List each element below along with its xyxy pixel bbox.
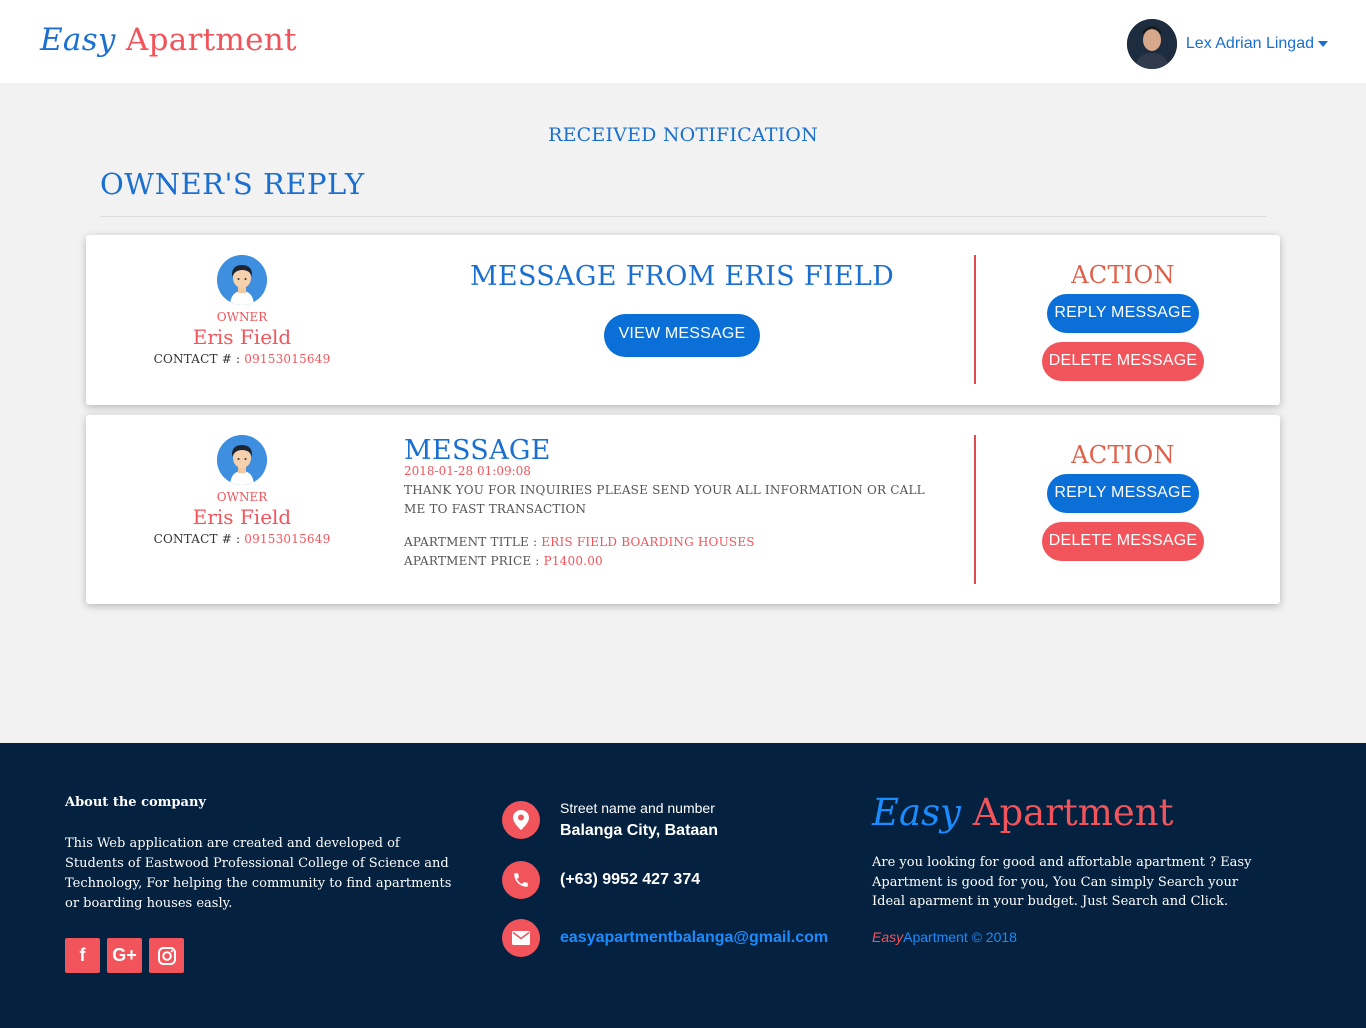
- footer-brand-easy: Easy: [872, 791, 961, 834]
- action-title: ACTION: [1071, 261, 1175, 289]
- user-avatar: [1126, 19, 1177, 69]
- contact-number: 09153015649: [244, 532, 331, 546]
- address-street: Street name and number: [560, 800, 715, 816]
- phone-icon: [502, 861, 540, 899]
- about-heading: About the company: [65, 795, 206, 810]
- apartment-details: APARTMENT TITLE : ERIS FIELD BOARDING HO…: [404, 533, 949, 571]
- message-summary: MESSAGE FROM ERIS FIELD VIEW MESSAGE: [404, 261, 960, 357]
- user-name: Lex Adrian Lingad: [1185, 35, 1314, 52]
- owner-role: OWNER: [216, 490, 268, 504]
- action-panel: ACTION REPLY MESSAGE DELETE MESSAGE: [1011, 441, 1235, 561]
- top-navbar: Easy Apartment Lex Adrian Lingad: [0, 0, 1366, 83]
- footer-brand-logo: Easy Apartment: [872, 791, 1173, 834]
- owner-name: Eris Field: [192, 325, 292, 349]
- copyright-easy: Easy: [872, 929, 904, 945]
- social-links: f G+: [65, 938, 191, 973]
- google-plus-icon[interactable]: G+: [107, 938, 142, 973]
- user-menu[interactable]: Lex Adrian Lingad: [1126, 19, 1328, 69]
- apartment-title: ERIS FIELD BOARDING HOUSES: [541, 535, 755, 549]
- action-title: ACTION: [1071, 441, 1175, 469]
- apartment-title-row: APARTMENT TITLE : ERIS FIELD BOARDING HO…: [404, 533, 949, 552]
- footer: About the company This Web application a…: [0, 743, 1366, 1028]
- owner-contact: CONTACT # : 09153015649: [86, 532, 398, 546]
- user-photo-icon: [1126, 19, 1177, 69]
- contact-number: 09153015649: [244, 352, 331, 366]
- apartment-price-row: APARTMENT PRICE : P1400.00: [404, 552, 949, 571]
- page-title: OWNER'S REPLY: [100, 167, 365, 201]
- owner-avatar-icon: [217, 255, 267, 305]
- email-link[interactable]: easyapartmentbalanga@gmail.com: [560, 929, 828, 947]
- message-from-title: MESSAGE FROM ERIS FIELD: [469, 261, 895, 292]
- brand-easy: Easy: [40, 22, 116, 58]
- view-message-button[interactable]: VIEW MESSAGE: [603, 314, 761, 357]
- vertical-divider: [974, 255, 976, 384]
- message-date: 2018-01-28 01:09:08: [404, 464, 531, 478]
- about-text: This Web application are created and dev…: [65, 836, 452, 911]
- contact-label: CONTACT # :: [153, 352, 245, 366]
- instagram-icon[interactable]: [149, 938, 184, 973]
- email-row: easyapartmentbalanga@gmail.com: [502, 919, 828, 957]
- footer-brand-apartment: Apartment: [972, 791, 1174, 834]
- reply-message-button[interactable]: REPLY MESSAGE: [1047, 474, 1199, 513]
- owner-info: OWNER Eris Field CONTACT # : 09153015649: [86, 255, 398, 366]
- facebook-icon[interactable]: f: [65, 938, 100, 973]
- message-detail: MESSAGE 2018-01-28 01:09:08 THANK YOU FO…: [404, 435, 949, 571]
- brand-logo[interactable]: Easy Apartment: [40, 22, 297, 58]
- copyright-text: Apartment © 2018: [903, 929, 1017, 945]
- address-row: Street name and number Balanga City, Bat…: [502, 800, 718, 840]
- apartment-price: P1400.00: [543, 554, 603, 568]
- footer-description: Are you looking for good and affortable …: [872, 855, 1252, 909]
- owner-avatar-icon: [217, 435, 267, 485]
- contact-label: CONTACT # :: [153, 532, 245, 546]
- message-card: OWNER Eris Field CONTACT # : 09153015649…: [86, 415, 1280, 604]
- vertical-divider: [974, 435, 976, 584]
- copyright: EasyApartment © 2018: [872, 929, 1017, 945]
- map-marker-icon: [502, 801, 540, 839]
- page-subtitle: RECEIVED NOTIFICATION: [548, 124, 818, 146]
- message-body: THANK YOU FOR INQUIRIES PLEASE SEND YOUR…: [404, 483, 925, 516]
- caret-down-icon: [1318, 41, 1328, 47]
- delete-message-button[interactable]: DELETE MESSAGE: [1042, 342, 1204, 381]
- apartment-title-label: APARTMENT TITLE :: [404, 535, 542, 549]
- message-heading: MESSAGE: [404, 435, 551, 466]
- envelope-icon: [502, 919, 540, 957]
- brand-apartment: Apartment: [125, 22, 297, 58]
- owner-role: OWNER: [216, 310, 268, 324]
- phone-number: (+63) 9952 427 374: [560, 871, 701, 888]
- owner-info: OWNER Eris Field CONTACT # : 09153015649: [86, 435, 398, 546]
- action-panel: ACTION REPLY MESSAGE DELETE MESSAGE: [1011, 261, 1235, 381]
- address-city: Balanga City, Bataan: [560, 822, 718, 839]
- phone-row: (+63) 9952 427 374: [502, 861, 700, 899]
- reply-message-button[interactable]: REPLY MESSAGE: [1047, 294, 1199, 333]
- title-divider: [100, 216, 1266, 217]
- apartment-price-label: APARTMENT PRICE :: [404, 554, 544, 568]
- message-card: OWNER Eris Field CONTACT # : 09153015649…: [86, 235, 1280, 405]
- owner-name: Eris Field: [192, 505, 292, 529]
- owner-contact: CONTACT # : 09153015649: [86, 352, 398, 366]
- delete-message-button[interactable]: DELETE MESSAGE: [1042, 522, 1204, 561]
